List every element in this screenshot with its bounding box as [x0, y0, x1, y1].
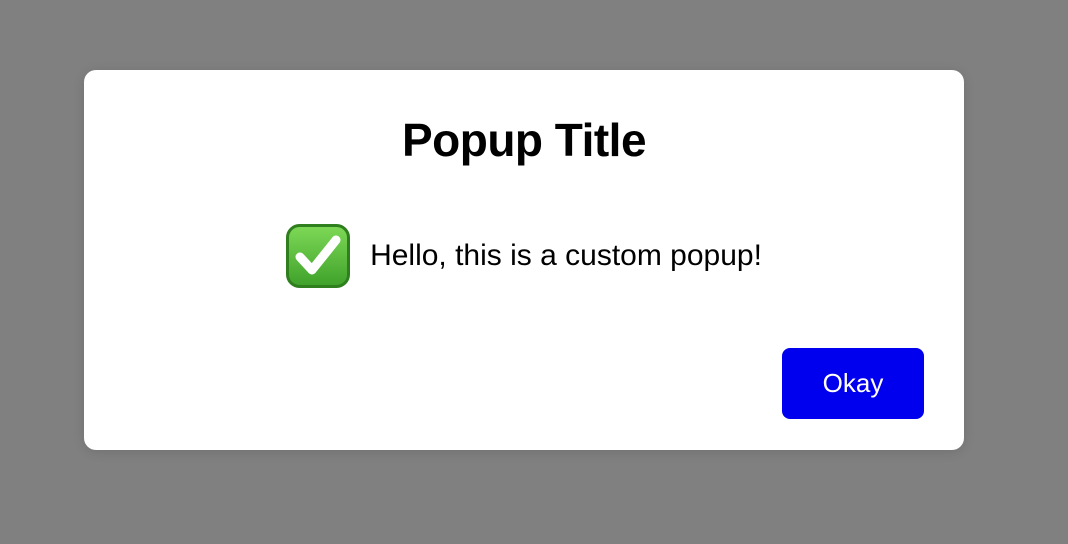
popup-message-row: Hello, this is a custom popup! [84, 224, 964, 288]
green-check-mark-icon [286, 224, 351, 288]
popup-title: Popup Title [401, 114, 647, 166]
okay-button[interactable]: Okay [782, 348, 924, 419]
popup-dialog: Popup Title Hello, this is a custom popu… [84, 70, 964, 450]
popup-message: Hello, this is a custom popup! [370, 239, 762, 272]
